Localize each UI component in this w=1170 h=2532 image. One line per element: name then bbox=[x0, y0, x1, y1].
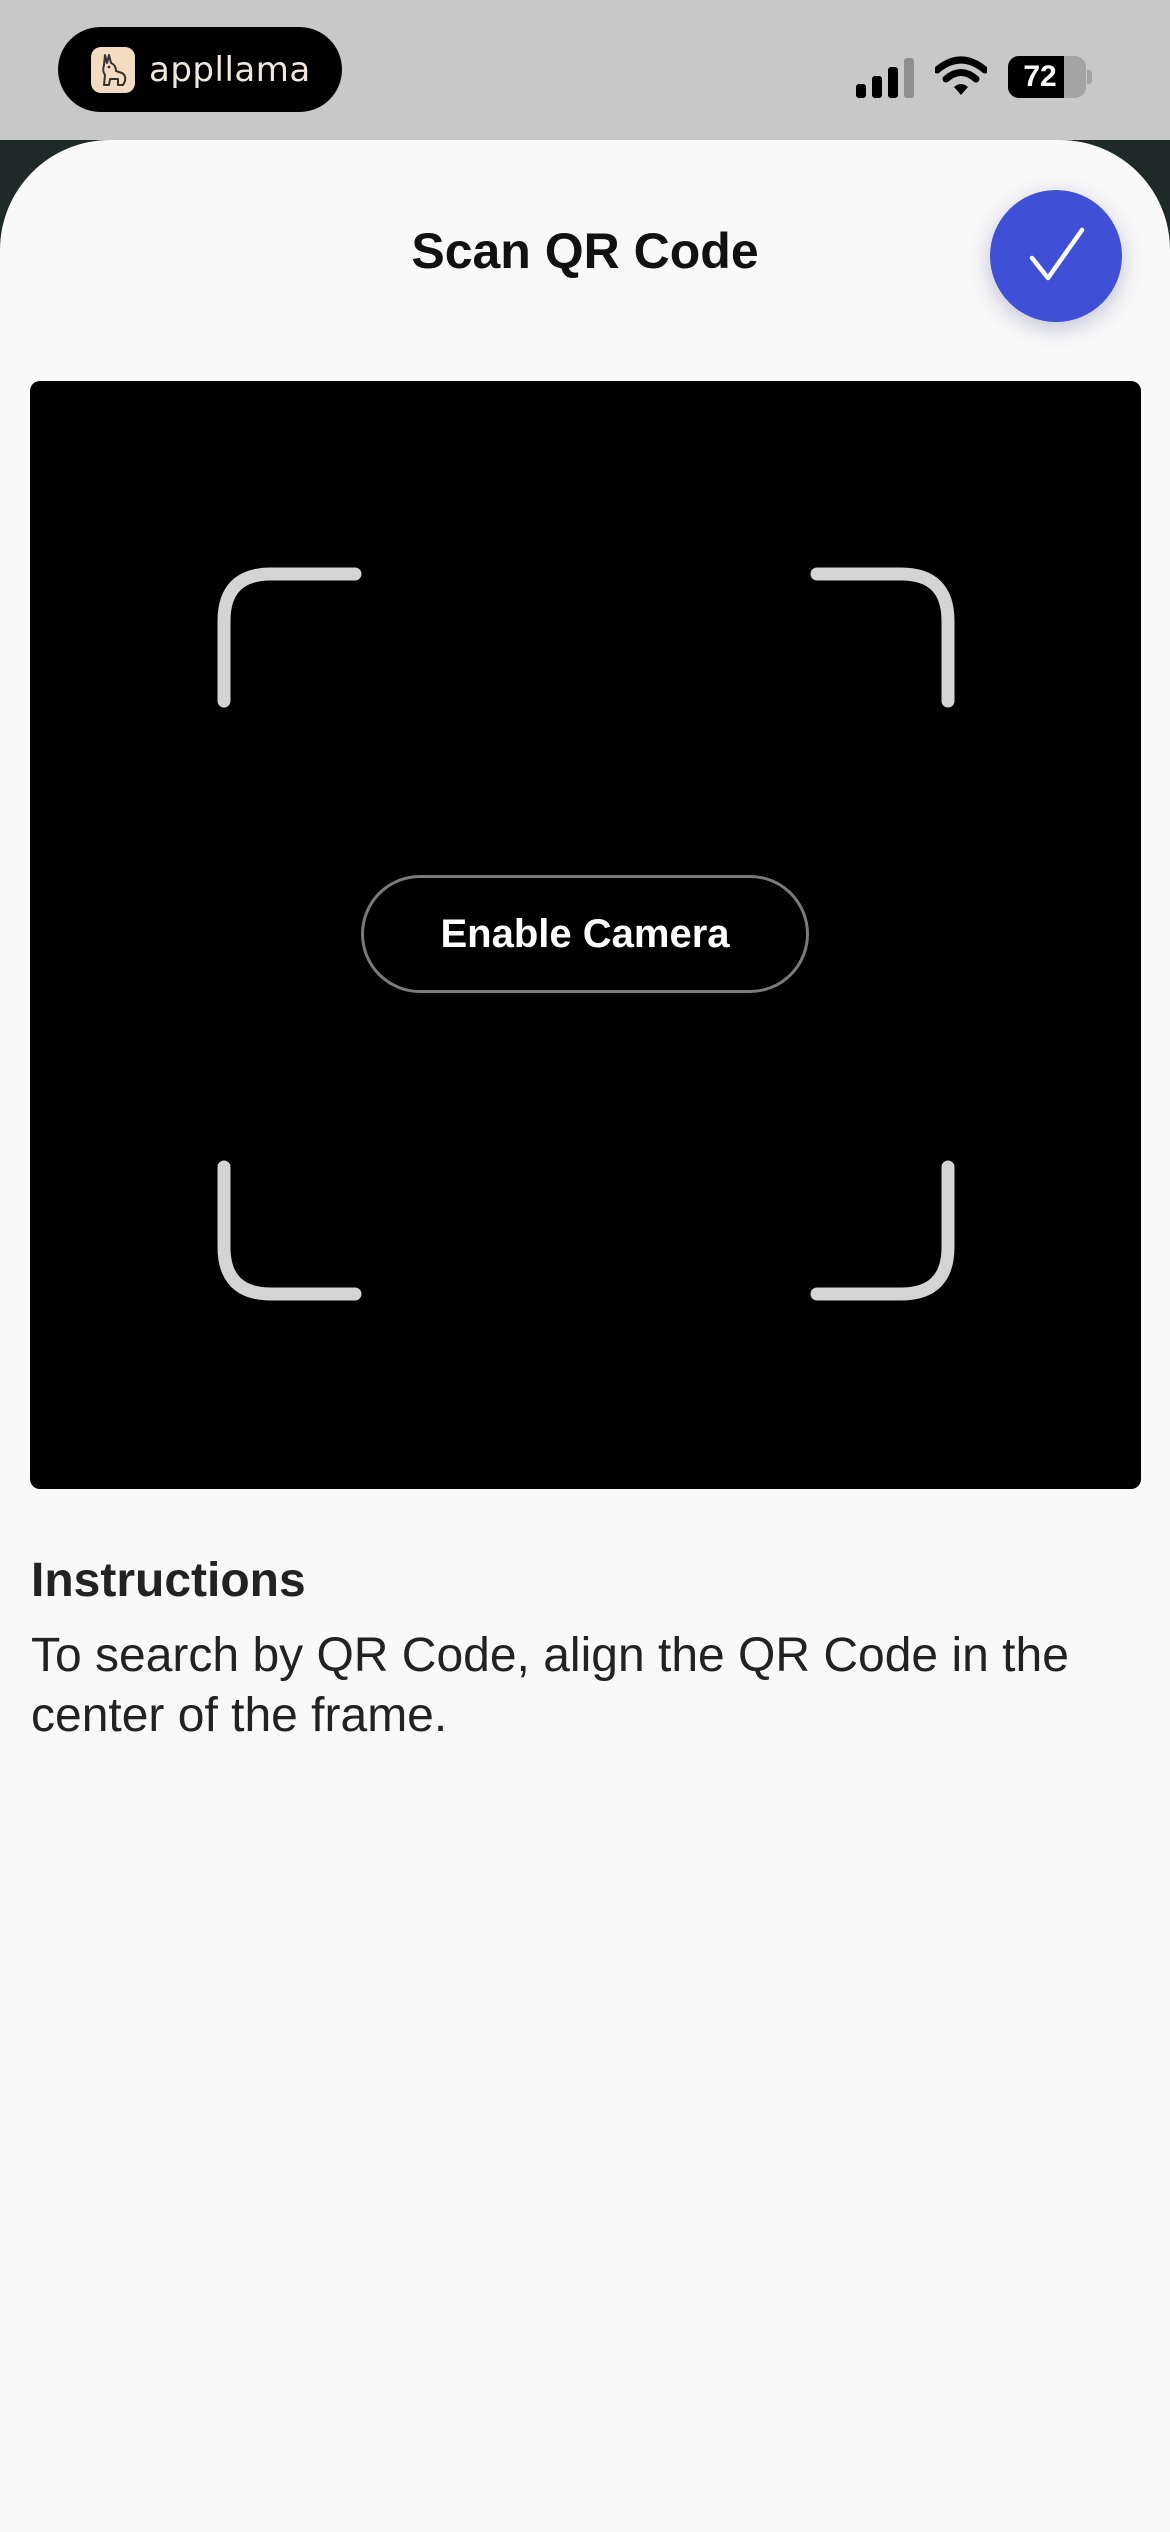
battery-percentage: 72 bbox=[1023, 60, 1057, 93]
app-name: appllama bbox=[149, 49, 311, 90]
llama-logo-icon bbox=[91, 46, 135, 93]
scan-qr-sheet: Scan QR Code Enable Camera Instructions … bbox=[0, 140, 1170, 2532]
status-bar: appllama 72 bbox=[0, 0, 1170, 140]
cellular-signal-icon bbox=[856, 58, 914, 98]
enable-camera-button[interactable]: Enable Camera bbox=[361, 875, 809, 993]
instructions-heading: Instructions bbox=[31, 1554, 306, 1607]
checkmark-icon bbox=[1029, 227, 1085, 281]
wifi-icon bbox=[935, 56, 987, 95]
camera-preview: Enable Camera bbox=[30, 381, 1141, 1489]
battery-icon: 72 bbox=[1008, 56, 1092, 98]
instructions-text: To search by QR Code, align the QR Code … bbox=[31, 1629, 1069, 1742]
done-button[interactable] bbox=[990, 190, 1122, 322]
app-badge[interactable]: appllama bbox=[58, 27, 342, 112]
